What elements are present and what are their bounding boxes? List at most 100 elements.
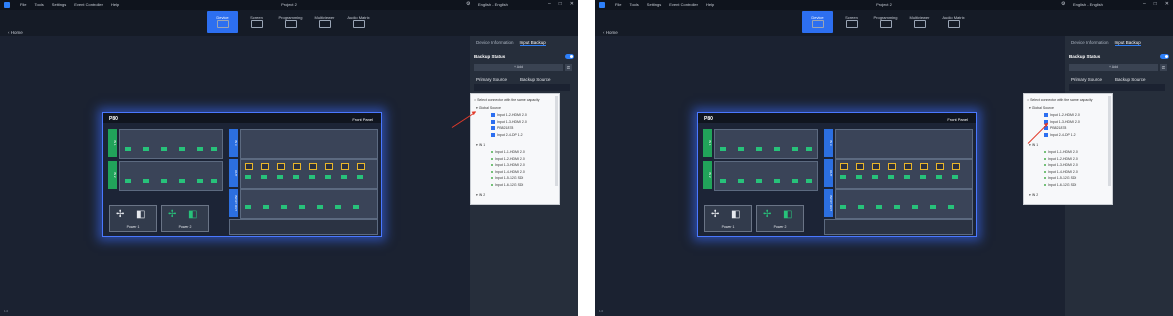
tools-icon[interactable]: ⚙ [1061,1,1065,7]
output-port[interactable] [341,175,347,179]
hdmi-port[interactable] [806,179,812,183]
same-capacity-checkbox[interactable]: ○ Select connector with the same capacit… [474,98,540,102]
input-out-port[interactable] [245,205,251,209]
input-card-1[interactable] [714,129,818,159]
global-source-item[interactable]: Input 2-4-DP 1.2 [491,132,523,137]
hdmi-port[interactable] [211,179,217,183]
tab-device-information[interactable]: Device Information [1071,40,1109,46]
input-out-port[interactable] [948,205,954,209]
hdmi-port[interactable] [756,179,762,183]
output-port[interactable] [293,163,301,170]
tab-screen[interactable]: Screen [836,11,867,33]
hdmi-port[interactable] [161,147,167,151]
output-port[interactable] [952,175,958,179]
input-out-port[interactable] [930,205,936,209]
output-port[interactable] [920,175,926,179]
tab-device[interactable]: Device [802,11,833,33]
hdmi-port[interactable] [179,147,185,151]
global-source-item[interactable]: PB821878 [1044,126,1066,130]
slot-in1[interactable]: IN 1 [703,129,712,157]
group-global-source[interactable]: ▾ Global Source [1029,106,1054,110]
in1-source-item[interactable]: Input 1-6-12G SDI [491,183,523,187]
tab-programming[interactable]: Programming [870,11,901,33]
output-port[interactable] [341,163,349,170]
tab-multiviewer[interactable]: Multiviewer [309,11,340,33]
delete-icon[interactable]: ⎚ [565,64,572,71]
global-source-item[interactable]: Input 1-2-HDMI 2.0 [1044,113,1080,117]
hdmi-port[interactable] [792,179,798,183]
tab-audio-matrix[interactable]: Audio Matrix [938,11,969,33]
hdmi-port[interactable] [211,147,217,151]
input-out-card[interactable] [240,189,378,219]
output-port[interactable] [952,163,960,170]
output-port[interactable] [325,175,331,179]
slot-in1[interactable]: IN 1 [108,129,117,157]
in1-source-item[interactable]: Input 1-5-12G SDI [491,176,523,180]
output-port[interactable] [245,175,251,179]
global-source-item[interactable]: PB821878 [491,126,513,130]
output-port[interactable] [309,163,317,170]
hdmi-port[interactable] [125,147,131,151]
power-module-1[interactable]: ✢ ◧ Power 1 [704,205,752,232]
in1-source-item[interactable]: Input 1-3-HDMI 2.0 [1044,163,1078,167]
tab-screen[interactable]: Screen [241,11,272,33]
output-port[interactable] [277,163,285,170]
hdmi-port[interactable] [143,179,149,183]
output-port[interactable] [904,163,912,170]
add-button[interactable]: + Add [1069,64,1158,71]
close-icon[interactable]: ✕ [1165,1,1169,7]
maximize-icon[interactable]: □ [1154,1,1157,7]
global-source-item[interactable]: Input 2-4-DP 1.2 [1044,132,1076,137]
power-module-2[interactable]: ✢ ◧ Power 2 [161,205,209,232]
tab-input-backup[interactable]: Input Backup [519,40,546,46]
in1-source-item[interactable]: Input 1-5-12G SDI [1044,176,1076,180]
in1-source-item[interactable]: Input 1-4-HDMI 2.0 [491,170,525,174]
tab-device-information[interactable]: Device Information [476,40,514,46]
tab-multiviewer[interactable]: Multiviewer [904,11,935,33]
hdmi-port[interactable] [197,147,203,151]
in1-source-item[interactable]: Input 1-1-HDMI 2.0 [1044,150,1078,154]
same-capacity-checkbox[interactable]: ○ Select connector with the same capacit… [1027,98,1093,102]
input-card-2[interactable] [714,161,818,191]
tab-audio-matrix[interactable]: Audio Matrix [343,11,374,33]
maximize-icon[interactable]: □ [559,1,562,7]
hdmi-port[interactable] [756,147,762,151]
input-out-port[interactable] [894,205,900,209]
output-port[interactable] [325,163,333,170]
input-out-port[interactable] [317,205,323,209]
global-source-item[interactable]: Input 1-2-HDMI 2.0 [491,113,527,117]
group-in1[interactable]: ▾ IN 1 [1029,143,1038,147]
slot-out[interactable]: OUT [824,159,833,187]
hdmi-port[interactable] [774,179,780,183]
minimize-icon[interactable]: – [548,1,551,7]
output-port[interactable] [357,175,363,179]
input-out-port[interactable] [335,205,341,209]
group-in2[interactable]: ▾ IN 2 [1029,193,1038,197]
in1-source-item[interactable]: Input 1-2-HDMI 2.0 [491,157,525,161]
hdmi-port[interactable] [125,179,131,183]
input-out-port[interactable] [840,205,846,209]
input-out-port[interactable] [263,205,269,209]
output-port[interactable] [936,175,942,179]
output-port[interactable] [856,175,862,179]
output-port[interactable] [277,175,283,179]
hdmi-port[interactable] [161,179,167,183]
output-port[interactable] [904,175,910,179]
input-out-port[interactable] [876,205,882,209]
group-in2[interactable]: ▾ IN 2 [476,193,485,197]
hdmi-port[interactable] [806,147,812,151]
slot-input-out[interactable]: INPUT OUT [229,189,238,217]
output-port[interactable] [920,163,928,170]
in1-source-item[interactable]: Input 1-3-HDMI 2.0 [491,163,525,167]
control-ports[interactable] [824,219,973,235]
input-out-port[interactable] [299,205,305,209]
input-out-card[interactable] [835,189,973,219]
hdmi-port[interactable] [197,179,203,183]
backup-status-toggle[interactable] [1160,54,1169,59]
output-port[interactable] [840,175,846,179]
slot-in3[interactable]: IN 3 [229,129,238,157]
tools-icon[interactable]: ⚙ [466,1,470,7]
dropdown-scrollbar[interactable] [1108,96,1111,186]
hdmi-port[interactable] [179,179,185,183]
home-link[interactable]: ‹ Home [8,30,23,35]
